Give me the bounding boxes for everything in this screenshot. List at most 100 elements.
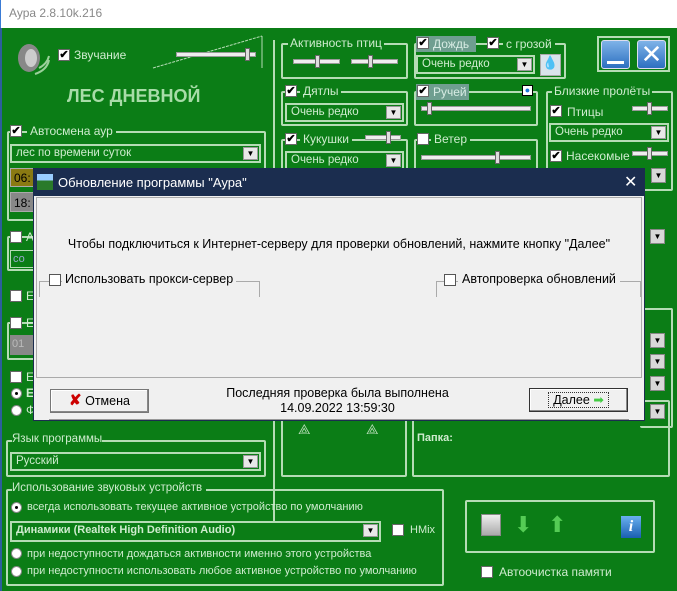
cancel-label: Отмена bbox=[85, 394, 130, 408]
cuckoos-checkbox[interactable]: ✔ bbox=[285, 133, 297, 145]
device-option-any-radio[interactable] bbox=[11, 566, 22, 577]
stream-settings-icon[interactable]: ● bbox=[522, 85, 533, 96]
left-checkbox-e2[interactable] bbox=[10, 317, 22, 329]
left-field-01[interactable]: 01 bbox=[10, 335, 34, 355]
device-option-default-label: всегда использовать текущее активное уст… bbox=[27, 501, 363, 513]
sound-label: Звучание bbox=[74, 48, 127, 62]
autochange-value: лес по времени суток bbox=[16, 147, 132, 159]
raindrop-button[interactable]: 💧 bbox=[540, 54, 561, 76]
speaker-icon[interactable] bbox=[13, 40, 51, 80]
hmix-label: HMix bbox=[410, 524, 436, 536]
right-dropdown-button-3[interactable]: ▼ bbox=[650, 354, 665, 369]
folder-label: Папка: bbox=[417, 432, 453, 444]
update-dialog: Обновление программы "Аура" ✕ Чтобы подк… bbox=[33, 168, 645, 421]
download-arrow-icon[interactable]: ⬇ bbox=[514, 514, 532, 536]
close-button[interactable]: ✕ bbox=[637, 40, 666, 69]
birds-activity-label: Активность птиц bbox=[288, 36, 384, 50]
device-dropdown[interactable]: Динамики (Realtek High Definition Audio)… bbox=[10, 521, 381, 542]
sound-checkbox[interactable]: ✔ bbox=[58, 49, 70, 61]
window-titlebar: Аура 2.8.10k.216 bbox=[0, 0, 677, 28]
arrow-right-icon: ➡ bbox=[593, 393, 604, 407]
chevron-down-icon: ▼ bbox=[243, 147, 258, 160]
thunder-checkbox[interactable]: ✔ bbox=[487, 37, 499, 49]
flyby-birds-label: Птицы bbox=[567, 105, 604, 119]
left-checkbox-e1[interactable] bbox=[10, 290, 22, 302]
right-dropdown-button-4[interactable]: ▼ bbox=[650, 376, 665, 391]
autochange-checkbox[interactable]: ✔ bbox=[10, 125, 22, 137]
thunder-label: с грозой bbox=[503, 37, 555, 51]
flyby-insects-slider[interactable] bbox=[632, 147, 668, 160]
autoclean-label: Автоочистка памяти bbox=[499, 565, 612, 579]
left-checkbox-e3[interactable] bbox=[10, 371, 22, 383]
chevron-down-icon: ▼ bbox=[386, 106, 401, 119]
woodpeckers-checkbox[interactable]: ✔ bbox=[285, 85, 297, 97]
chevron-down-icon: ▼ bbox=[517, 58, 532, 71]
devices-label: Использование звуковых устройств bbox=[12, 482, 207, 494]
left-radio-e[interactable] bbox=[11, 388, 22, 399]
device-value: Динамики (Realtek High Definition Audio) bbox=[16, 524, 236, 536]
flyby-insects-dropdown-button[interactable]: ▼ bbox=[651, 168, 666, 183]
autoclean-checkbox[interactable] bbox=[481, 566, 493, 578]
flyby-birds-slider[interactable] bbox=[632, 102, 668, 115]
device-option-wait-radio[interactable] bbox=[11, 548, 22, 559]
hmix-checkbox[interactable] bbox=[392, 524, 404, 536]
chevron-down-icon: ▼ bbox=[651, 126, 666, 139]
dialog-close-button[interactable]: ✕ bbox=[624, 172, 637, 192]
autocheck-label: Автопроверка обновлений bbox=[458, 272, 620, 286]
flyby-birds-dropdown[interactable]: Очень редко ▼ bbox=[549, 123, 669, 142]
app-icon bbox=[37, 174, 53, 190]
proxy-checkbox[interactable] bbox=[49, 274, 61, 286]
birds-slider-2[interactable] bbox=[351, 55, 398, 68]
stream-checkbox[interactable]: ✔ bbox=[417, 85, 429, 97]
language-label: Язык программы bbox=[12, 433, 103, 445]
left-radio-f[interactable] bbox=[11, 405, 22, 416]
dialog-titlebar: Обновление программы "Аура" ✕ bbox=[34, 169, 644, 196]
flybys-label: Близкие пролёты bbox=[552, 84, 653, 98]
triangle-icon-left[interactable]: ⟁ bbox=[298, 421, 311, 438]
right-dropdown-button-2[interactable]: ▼ bbox=[650, 333, 665, 348]
device-option-default-radio[interactable] bbox=[11, 502, 22, 513]
window-title: Аура 2.8.10k.216 bbox=[9, 6, 103, 20]
volume-slider[interactable] bbox=[176, 48, 256, 61]
upload-arrow-icon[interactable]: ⬆ bbox=[548, 514, 566, 536]
cancel-button[interactable]: ✘ Отмена bbox=[50, 389, 149, 413]
scene-title: ЛЕС ДНЕВНОЙ bbox=[67, 86, 201, 106]
rain-label: Дождь bbox=[433, 37, 470, 51]
right-dropdown-button-1[interactable]: ▼ bbox=[650, 229, 665, 244]
cuckoos-slider[interactable] bbox=[365, 131, 401, 144]
birds-slider-1[interactable] bbox=[293, 55, 340, 68]
wind-slider[interactable] bbox=[421, 151, 531, 164]
package-icon[interactable] bbox=[481, 514, 501, 536]
minimize-button[interactable] bbox=[601, 40, 630, 69]
wind-checkbox[interactable] bbox=[417, 133, 429, 145]
autocheck-checkbox[interactable] bbox=[444, 274, 456, 286]
chevron-down-icon: ▼ bbox=[386, 154, 401, 167]
chevron-down-icon: ▼ bbox=[363, 524, 378, 537]
dialog-bottom-line bbox=[49, 419, 629, 420]
language-dropdown[interactable]: Русский ▼ bbox=[10, 452, 261, 471]
left-checkbox-a[interactable] bbox=[10, 231, 22, 243]
flyby-birds-checkbox[interactable]: ✔ bbox=[550, 105, 562, 117]
dialog-message: Чтобы подключиться к Интернет-серверу дл… bbox=[67, 237, 611, 251]
cuckoos-value: Очень редко bbox=[291, 154, 359, 166]
stream-slider[interactable] bbox=[421, 102, 531, 115]
next-button[interactable]: Далее ➡ bbox=[529, 388, 628, 412]
device-option-wait-label: при недоступности дождаться активности и… bbox=[27, 548, 372, 560]
left-field-co[interactable]: со bbox=[10, 250, 34, 268]
woodpeckers-dropdown[interactable]: Очень редко ▼ bbox=[285, 103, 404, 122]
flyby-insects-label: Насекомые bbox=[566, 149, 630, 163]
cuckoos-label: Кукушки bbox=[300, 132, 352, 146]
last-check-time: 14.09.2022 13:59:30 bbox=[280, 401, 395, 415]
rain-checkbox[interactable]: ✔ bbox=[417, 37, 429, 49]
autochange-dropdown[interactable]: лес по времени суток ▼ bbox=[10, 144, 261, 163]
dialog-content: Чтобы подключиться к Интернет-серверу дл… bbox=[36, 197, 642, 378]
cancel-icon: ✘ bbox=[69, 392, 82, 409]
flyby-insects-checkbox[interactable]: ✔ bbox=[550, 150, 562, 162]
device-option-any-label: при недоступности использовать любое акт… bbox=[27, 565, 417, 577]
proxy-label: Использовать прокси-сервер bbox=[62, 272, 237, 286]
chevron-down-icon: ▼ bbox=[243, 455, 258, 468]
info-icon[interactable]: i bbox=[621, 516, 641, 538]
wind-label: Ветер bbox=[431, 132, 470, 146]
rain-dropdown[interactable]: Очень редко ▼ bbox=[416, 55, 535, 74]
triangle-icon-right[interactable]: ⟁ bbox=[366, 421, 379, 438]
